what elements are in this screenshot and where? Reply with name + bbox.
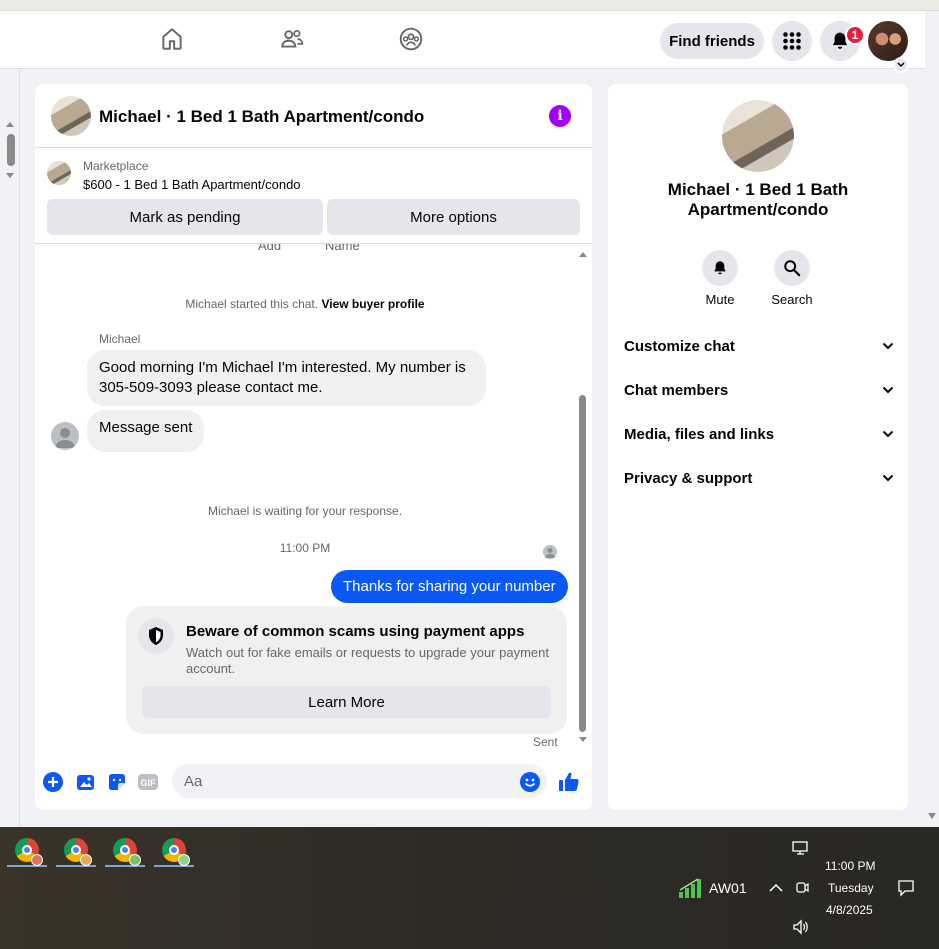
marketplace-thumb — [47, 161, 71, 185]
chevron-down-icon[interactable] — [893, 57, 909, 73]
menu-grid-button[interactable] — [772, 21, 812, 61]
display-icon[interactable] — [792, 840, 810, 856]
sender-avatar[interactable] — [51, 422, 79, 450]
notification-center-icon[interactable] — [897, 879, 915, 897]
svg-text:GIF: GIF — [141, 778, 157, 788]
menu-grid-icon — [783, 32, 801, 50]
marketplace-label: Marketplace — [83, 159, 149, 173]
message-input[interactable]: Aa — [172, 764, 547, 798]
notification-badge: 1 — [845, 25, 865, 45]
chrome-icon[interactable] — [7, 835, 47, 867]
network-name[interactable]: AW01 — [709, 880, 747, 896]
listing-price[interactable]: $600 - 1 Bed 1 Bath Apartment/condo — [83, 177, 301, 192]
browser-top-strip — [0, 0, 939, 11]
incoming-message[interactable]: Good morning I'm Michael I'm interested.… — [87, 350, 486, 406]
home-icon[interactable] — [157, 24, 187, 54]
cut-off-label: Name — [325, 244, 360, 253]
bell-icon — [714, 261, 726, 275]
left-scrollbar[interactable] — [0, 69, 20, 827]
mute-button[interactable]: Mute — [690, 250, 750, 307]
chat-info-panel: Michael · 1 Bed 1 Bath Apartment/condo M… — [608, 84, 908, 810]
friends-icon[interactable] — [277, 24, 307, 54]
view-buyer-profile-link[interactable]: View buyer profile — [321, 297, 424, 311]
chat-members-section[interactable]: Chat members — [624, 378, 894, 402]
emoji-icon[interactable] — [519, 771, 541, 793]
chat-panel: Michael · 1 Bed 1 Bath Apartment/condo i… — [35, 84, 592, 810]
shield-icon — [138, 618, 174, 654]
page-scrollbar[interactable] — [925, 11, 939, 827]
find-friends-button[interactable]: Find friends — [660, 23, 764, 59]
waiting-notice: Michael is waiting for your response. — [207, 504, 403, 518]
message-composer: GIF Aa — [35, 760, 592, 804]
info-icon[interactable]: i — [549, 105, 571, 127]
speaker-icon[interactable] — [792, 919, 810, 935]
learn-more-button[interactable]: Learn More — [142, 686, 551, 718]
clock-day[interactable]: Tuesday — [828, 881, 874, 895]
listing-photo[interactable] — [51, 96, 91, 136]
outgoing-message[interactable]: Thanks for sharing your number — [331, 570, 568, 603]
chat-header: Michael · 1 Bed 1 Bath Apartment/condo i — [35, 84, 592, 148]
chrome-icon[interactable] — [105, 835, 145, 867]
sender-name: Michael — [99, 332, 141, 346]
privacy-support-section[interactable]: Privacy & support — [624, 466, 894, 490]
chevron-down-icon — [882, 474, 894, 482]
cut-off-label: Add — [258, 244, 282, 253]
message-timestamp: 11:00 PM — [279, 541, 331, 555]
wifi-icon[interactable] — [678, 877, 702, 899]
top-navbar: Find friends 1 — [0, 11, 925, 73]
message-thread: Add Name Michael started this chat. View… — [35, 244, 592, 754]
chevron-up-icon[interactable] — [769, 883, 783, 893]
search-icon — [784, 260, 801, 277]
scam-warning-description: Watch out for fake emails or requests to… — [186, 645, 549, 676]
mark-pending-button[interactable]: Mark as pending — [47, 199, 323, 235]
chevron-down-icon — [882, 430, 894, 438]
chevron-down-icon — [882, 386, 894, 394]
clock-date[interactable]: 4/8/2025 — [826, 903, 873, 917]
incoming-message[interactable]: Message sent — [87, 410, 205, 452]
chevron-down-icon — [882, 342, 894, 350]
meet-icon[interactable] — [794, 879, 810, 895]
clock-time[interactable]: 11:00 PM — [825, 859, 875, 873]
customize-chat-section[interactable]: Customize chat — [624, 334, 894, 358]
listing-avatar-large[interactable] — [722, 100, 794, 172]
plus-circle-icon[interactable] — [42, 771, 64, 793]
media-files-links-section[interactable]: Media, files and links — [624, 422, 894, 446]
info-title: Michael · 1 Bed 1 Bath Apartment/condo — [667, 180, 849, 219]
search-button[interactable]: Search — [762, 250, 822, 307]
chrome-icon[interactable] — [56, 835, 96, 867]
scam-warning-card: Beware of common scams using payment app… — [126, 606, 567, 734]
chat-title[interactable]: Michael · 1 Bed 1 Bath Apartment/condo — [99, 107, 424, 127]
sticker-icon[interactable] — [106, 771, 128, 793]
thumbs-up-icon[interactable] — [558, 771, 580, 793]
profile-avatar[interactable] — [868, 21, 908, 61]
more-options-button[interactable]: More options — [327, 199, 580, 235]
windows-taskbar: AW01 11:00 PM Tuesday 4/8/2025 — [0, 827, 939, 949]
sent-status: Sent — [533, 735, 558, 749]
scam-warning-title: Beware of common scams using payment app… — [186, 623, 525, 640]
groups-icon[interactable] — [396, 24, 426, 54]
gallery-icon[interactable] — [75, 771, 97, 793]
message-scrollbar[interactable] — [577, 250, 589, 744]
chrome-icon[interactable] — [154, 835, 194, 867]
chat-started-notice: Michael started this chat. View buyer pr… — [185, 297, 425, 311]
gif-icon[interactable]: GIF — [137, 771, 159, 793]
